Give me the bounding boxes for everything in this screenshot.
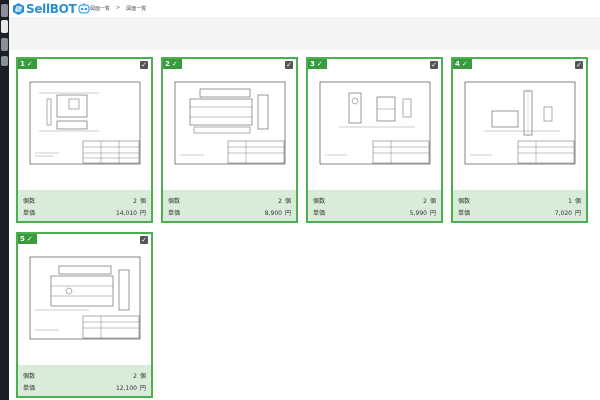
card-footer: 個数 1個 単価 7,020 円: [453, 190, 586, 221]
drawing-thumbnail[interactable]: [319, 81, 431, 165]
drawing-card-5[interactable]: 5 ✓ ✓ 個数 2個 単価 12,100 円: [16, 232, 153, 398]
quantity-label: 個数: [458, 198, 471, 205]
quantity-label: 個数: [313, 198, 326, 205]
menu-icon[interactable]: [1, 4, 8, 17]
quantity-label: 個数: [23, 198, 36, 205]
quantity-row: 個数 2個: [168, 196, 291, 205]
quantity-unit: 個: [574, 198, 581, 205]
nav-icon-drawings[interactable]: [1, 20, 8, 33]
quantity-label: 個数: [23, 373, 36, 380]
card-checkbox[interactable]: ✓: [285, 61, 293, 69]
card-number-badge: 4 ✓: [453, 59, 472, 69]
price-unit: 円: [429, 210, 436, 217]
breadcrumb-item[interactable]: 図面一覧: [90, 5, 110, 12]
top-header: SellBOT 図面一覧 > 図面一覧: [9, 0, 600, 17]
price-label: 単価: [168, 210, 181, 217]
check-icon: ✓: [316, 60, 323, 68]
breadcrumb-separator: >: [116, 5, 121, 11]
quantity-row: 個数 2個: [23, 371, 146, 380]
card-checkbox[interactable]: ✓: [140, 236, 148, 244]
price-unit: 円: [574, 210, 581, 217]
quantity-value: 2: [423, 198, 427, 205]
quantity-unit: 個: [284, 198, 291, 205]
card-footer: 個数 2個 単価 5,990 円: [308, 190, 441, 221]
quantity-row: 個数 1個: [458, 196, 581, 205]
drawing-thumbnail[interactable]: [464, 81, 576, 165]
app-name: SellBOT: [26, 1, 77, 16]
drawing-card-3[interactable]: 3 ✓ ✓ 個数 2個 単価 5,990 円: [306, 57, 443, 223]
check-icon: ✓: [26, 235, 33, 243]
card-number-badge: 2 ✓: [163, 59, 182, 69]
check-icon: ✓: [26, 60, 33, 68]
price-value: 8,900: [264, 210, 282, 217]
drawing-card-4[interactable]: 4 ✓ ✓ 個数 1個 単価 7,020 円: [451, 57, 588, 223]
quantity-unit: 個: [139, 198, 146, 205]
quantity-unit: 個: [429, 198, 436, 205]
drawing-thumbnail[interactable]: [174, 81, 286, 165]
price-value: 12,100: [115, 385, 137, 392]
price-value: 5,990: [409, 210, 427, 217]
card-number: 5: [20, 235, 25, 243]
card-number: 4: [455, 60, 460, 68]
breadcrumb: 図面一覧 > 図面一覧: [90, 5, 146, 12]
left-sidebar: [0, 0, 9, 400]
quantity-value: 2: [278, 198, 282, 205]
card-checkbox[interactable]: ✓: [140, 61, 148, 69]
price-row: 単価 12,100 円: [23, 383, 146, 392]
logo[interactable]: SellBOT: [13, 0, 91, 17]
drawing-grid: 1 ✓ ✓ 個数 2個 単価 14,010 円 2 ✓ ✓ 個数 2 個 単価 …: [9, 50, 600, 400]
drawing-card-1[interactable]: 1 ✓ ✓ 個数 2個 単価 14,010 円: [16, 57, 153, 223]
drawing-thumbnail[interactable]: [29, 256, 141, 340]
card-footer: 個数 2個 単価 8,900 円: [163, 190, 296, 221]
check-icon: ✓: [461, 60, 468, 68]
card-number-badge: 1 ✓: [18, 59, 37, 69]
price-label: 単価: [23, 210, 36, 217]
quantity-row: 個数 2個: [313, 196, 436, 205]
nav-icon-settings[interactable]: [1, 38, 8, 51]
quantity-value: 2: [133, 198, 137, 205]
price-row: 単価 7,020 円: [458, 208, 581, 217]
breadcrumb-item-current: 図面一覧: [126, 6, 147, 12]
quantity-row: 個数 2個: [23, 196, 146, 205]
price-unit: 円: [139, 210, 146, 217]
card-checkbox[interactable]: ✓: [430, 61, 438, 69]
quantity-value: 2: [133, 373, 137, 380]
price-value: 14,010: [115, 210, 137, 217]
toolbar-area: [9, 17, 600, 50]
price-label: 単価: [23, 385, 36, 392]
price-row: 単価 5,990 円: [313, 208, 436, 217]
check-icon: ✓: [171, 60, 178, 68]
logo-mark-icon: [13, 2, 24, 15]
card-number-badge: 5 ✓: [18, 234, 37, 244]
drawing-thumbnail[interactable]: [29, 81, 141, 165]
card-number: 1: [20, 60, 25, 68]
quantity-label: 個数: [168, 198, 181, 205]
price-row: 単価 8,900 円: [168, 208, 291, 217]
card-footer: 個数 2個 単価 12,100 円: [18, 365, 151, 396]
card-number: 3: [310, 60, 315, 68]
price-label: 単価: [313, 210, 326, 217]
price-unit: 円: [284, 210, 291, 217]
card-number-badge: 3 ✓: [308, 59, 327, 69]
price-unit: 円: [139, 385, 146, 392]
quantity-value: 1: [568, 198, 572, 205]
price-row: 単価 14,010 円: [23, 208, 146, 217]
quantity-unit: 個: [139, 373, 146, 380]
nav-icon-other[interactable]: [1, 56, 8, 66]
card-footer: 個数 2個 単価 14,010 円: [18, 190, 151, 221]
card-number: 2: [165, 60, 170, 68]
price-label: 単価: [458, 210, 471, 217]
card-checkbox[interactable]: ✓: [575, 61, 583, 69]
price-value: 7,020: [554, 210, 572, 217]
drawing-card-2[interactable]: 2 ✓ ✓ 個数 2個 単価 8,900 円: [161, 57, 298, 223]
